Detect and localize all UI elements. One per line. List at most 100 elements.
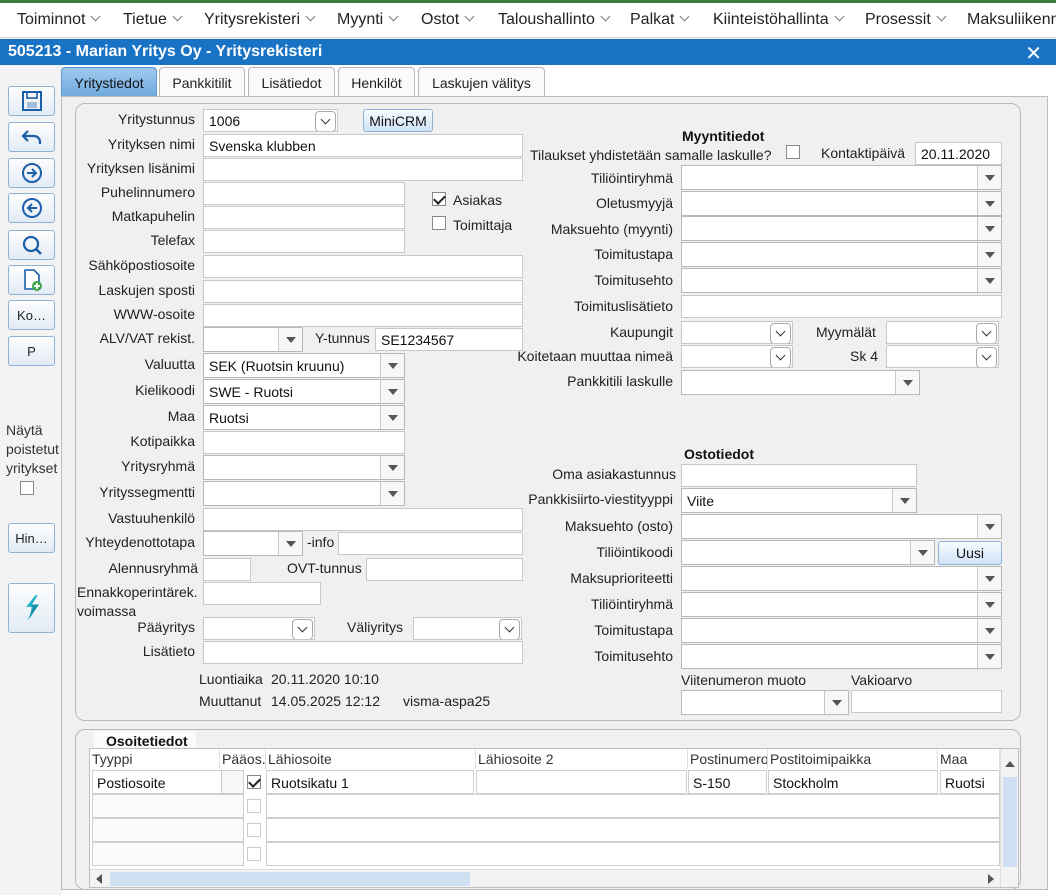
sales-tiliointiryhma-select[interactable] bbox=[681, 165, 1002, 190]
pankkitili-laskulle-select[interactable] bbox=[681, 370, 920, 395]
column-header-paaos[interactable]: Pääos. bbox=[220, 749, 266, 769]
minicrm-button[interactable]: MiniCRM bbox=[363, 109, 433, 132]
pankkisiirto-select[interactable]: Viite bbox=[681, 488, 917, 513]
row1-postinumero-cell[interactable]: S-150 bbox=[688, 770, 767, 794]
asiakas-checkbox[interactable] bbox=[432, 192, 446, 206]
tab-laskujen-valitys[interactable]: Laskujen välitys bbox=[418, 67, 545, 97]
kontaktipaiva-field[interactable]: 20.11.2020 bbox=[915, 142, 1002, 165]
chevron-down-icon[interactable] bbox=[292, 619, 313, 639]
ko-button[interactable]: Ko… bbox=[8, 300, 55, 330]
vertical-scrollbar[interactable] bbox=[1000, 749, 1018, 887]
save-button[interactable] bbox=[8, 86, 55, 116]
row1-tyyppi-select[interactable]: Postiosoite bbox=[92, 770, 244, 794]
maa-select[interactable]: Ruotsi bbox=[203, 405, 405, 430]
purchase-tiliointiryhma-select[interactable] bbox=[681, 592, 1002, 617]
table-row[interactable] bbox=[266, 818, 1000, 842]
row1-paaos-checkbox[interactable] bbox=[247, 775, 261, 789]
koitetaan-field[interactable] bbox=[681, 345, 793, 368]
yritysryhma-select[interactable] bbox=[203, 455, 405, 480]
vakioarvo-field[interactable] bbox=[851, 690, 1002, 713]
row-checkbox[interactable] bbox=[247, 799, 261, 813]
sales-toimitustapa-select[interactable] bbox=[681, 242, 1002, 267]
maksuehto-osto-select[interactable] bbox=[681, 514, 1002, 539]
table-row[interactable] bbox=[92, 794, 244, 818]
scroll-right-icon[interactable] bbox=[988, 874, 994, 884]
previous-record-button[interactable] bbox=[8, 193, 55, 223]
scroll-up-icon[interactable] bbox=[1005, 761, 1015, 767]
viitenumeron-muoto-select[interactable] bbox=[681, 690, 849, 715]
laskujen-sposti-field[interactable] bbox=[203, 280, 523, 303]
row1-maa-cell[interactable]: Ruotsi bbox=[940, 770, 1000, 794]
undo-button[interactable] bbox=[8, 122, 55, 152]
yhteydenottotapa-select[interactable] bbox=[203, 531, 303, 556]
table-row[interactable] bbox=[266, 794, 1000, 818]
menu-palkat[interactable]: Palkat bbox=[630, 11, 690, 29]
column-header-tyyppi[interactable]: Tyyppi bbox=[90, 749, 220, 769]
table-row[interactable] bbox=[92, 818, 244, 842]
scrollbar-thumb[interactable] bbox=[110, 872, 470, 886]
kotipaikka-field[interactable] bbox=[203, 431, 405, 454]
sk4-field[interactable] bbox=[886, 345, 999, 368]
chevron-down-icon[interactable] bbox=[976, 347, 997, 367]
scrollbar-thumb[interactable] bbox=[1003, 777, 1017, 867]
chevron-down-icon[interactable] bbox=[770, 347, 791, 367]
kaupungit-field[interactable] bbox=[681, 321, 793, 344]
maksuehto-myynti-select[interactable] bbox=[681, 216, 1002, 241]
column-header-lahiosoite2[interactable]: Lähiosoite 2 bbox=[476, 749, 688, 769]
new-record-button[interactable] bbox=[8, 265, 55, 295]
tab-pankkitilit[interactable]: Pankkitilit bbox=[159, 67, 245, 97]
sahkoposti-field[interactable] bbox=[203, 255, 523, 278]
menu-toiminnot[interactable]: Toiminnot bbox=[17, 11, 101, 29]
paayritys-field[interactable] bbox=[203, 617, 315, 640]
purchase-toimitusehto-select[interactable] bbox=[681, 644, 1002, 669]
tab-henkilot[interactable]: Henkilöt bbox=[338, 67, 415, 97]
menu-maksuliikenne[interactable]: Maksuliikenne bbox=[967, 11, 1056, 29]
row-checkbox[interactable] bbox=[247, 823, 261, 837]
column-header-lahiosoite[interactable]: Lähiosoite bbox=[266, 749, 476, 769]
maksuprioriteetti-select[interactable] bbox=[681, 566, 1002, 591]
close-icon[interactable]: ✕ bbox=[1025, 41, 1042, 66]
app-logo-button[interactable] bbox=[8, 583, 55, 633]
chevron-down-icon[interactable] bbox=[976, 323, 997, 343]
info-field[interactable] bbox=[338, 532, 523, 555]
oma-asiakastunnus-field[interactable] bbox=[681, 464, 917, 487]
row1-postitoimipaikka-cell[interactable]: Stockholm bbox=[768, 770, 938, 794]
lisatieto-field[interactable] bbox=[203, 641, 523, 664]
uusi-button[interactable]: Uusi bbox=[938, 541, 1002, 565]
table-row[interactable] bbox=[92, 842, 244, 866]
menu-myynti[interactable]: Myynti bbox=[337, 11, 399, 29]
myymalat-field[interactable] bbox=[886, 321, 999, 344]
tab-lisatiedot[interactable]: Lisätiedot bbox=[248, 67, 335, 97]
matkapuhelin-field[interactable] bbox=[203, 206, 405, 229]
table-row[interactable] bbox=[266, 842, 1000, 866]
oletusmyyja-select[interactable] bbox=[681, 191, 1002, 216]
yrityssegmentti-select[interactable] bbox=[203, 481, 405, 506]
menu-prosessit[interactable]: Prosessit bbox=[865, 11, 947, 29]
menu-kiinteistohallinta[interactable]: Kiinteistöhallinta bbox=[713, 11, 845, 29]
tiliointikoodi-select[interactable] bbox=[681, 540, 935, 565]
vastuuhenkilo-field[interactable] bbox=[203, 508, 523, 531]
menu-taloushallinto[interactable]: Taloushallinto bbox=[498, 11, 611, 29]
alennusryhma-field[interactable] bbox=[203, 558, 251, 581]
row1-lahiosoite-cell[interactable]: Ruotsikatu 1 bbox=[266, 770, 474, 794]
valuutta-select[interactable]: SEK (Ruotsin kruunu) bbox=[203, 353, 405, 378]
ennakkoperinta-field[interactable] bbox=[203, 582, 321, 605]
telefax-field[interactable] bbox=[203, 230, 405, 253]
chevron-down-icon[interactable] bbox=[770, 323, 791, 343]
next-record-button[interactable] bbox=[8, 158, 55, 188]
toimituslisatieto-field[interactable] bbox=[681, 295, 1002, 318]
merge-invoices-checkbox[interactable] bbox=[786, 145, 800, 159]
column-header-postinumero[interactable]: Postinumero bbox=[688, 749, 768, 769]
chevron-down-icon[interactable] bbox=[315, 111, 336, 131]
purchase-toimitustapa-select[interactable] bbox=[681, 618, 1002, 643]
hin-button[interactable]: Hin… bbox=[8, 523, 55, 553]
yritystunnus-field[interactable]: 1006 bbox=[203, 109, 338, 132]
nimi-field[interactable]: Svenska klubben bbox=[203, 134, 523, 157]
row1-lahiosoite2-cell[interactable] bbox=[476, 770, 687, 794]
p-button[interactable]: P bbox=[8, 336, 55, 366]
sales-toimitusehto-select[interactable] bbox=[681, 268, 1002, 293]
kielikoodi-select[interactable]: SWE - Ruotsi bbox=[203, 379, 405, 404]
search-button[interactable] bbox=[8, 230, 55, 260]
column-header-postitoimipaikka[interactable]: Postitoimipaikka bbox=[768, 749, 938, 769]
lisanimi-field[interactable] bbox=[203, 158, 523, 181]
